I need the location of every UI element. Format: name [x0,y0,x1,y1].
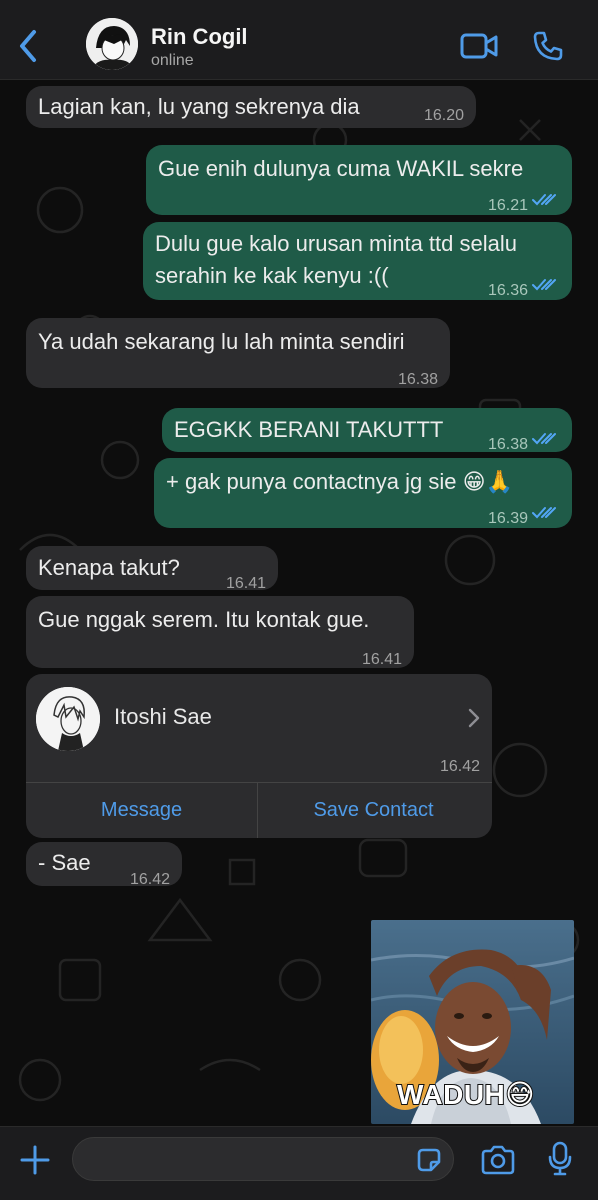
contact-status: online [151,52,194,69]
message-bubble-outgoing[interactable]: + gak punya contactnya jg sie 😁🙏 16.39 [154,458,572,528]
message-time: 16.21 [487,197,528,214]
message-text: Lagian kan, lu yang sekrenya dia [38,94,360,119]
message-input[interactable] [72,1137,454,1181]
chevron-right-icon[interactable] [468,708,480,728]
chevron-left-icon[interactable] [14,28,44,64]
video-camera-icon[interactable] [460,32,498,60]
message-text: Kenapa takut? [38,555,180,580]
contact-name[interactable]: Rin Cogil [151,24,248,50]
shared-contact-card[interactable]: Itoshi Sae 16.42 Message Save Contact [26,674,492,838]
chat-header: Rin Cogil online [0,0,598,80]
read-ticks-icon [532,279,556,291]
contact-card-name: Itoshi Sae [114,704,212,729]
read-ticks-icon [532,507,556,519]
message-time: 16.20 [423,107,464,124]
camera-icon[interactable] [480,1145,516,1175]
message-text: - Sae [38,850,91,875]
message-time: 16.41 [361,651,402,668]
message-bubble-incoming[interactable]: Ya udah sekarang lu lah minta sendiri 16… [26,318,450,388]
message-time: 16.42 [439,758,480,775]
message-bubble-incoming[interactable]: Lagian kan, lu yang sekrenya dia 16.20 [26,86,476,128]
read-ticks-icon [532,194,556,206]
read-ticks-icon [532,433,556,445]
message-bubble-outgoing[interactable]: Dulu gue kalo urusan minta ttd selalu se… [143,222,572,300]
message-time: 16.39 [487,510,528,527]
avatar[interactable] [86,18,138,70]
message-time: 16.36 [487,282,528,299]
message-time: 16.42 [129,871,170,888]
message-contact-button[interactable]: Message [26,782,257,838]
plus-icon[interactable] [20,1145,50,1175]
message-bubble-outgoing[interactable]: EGGKK BERANI TAKUTTT 16.38 [162,408,572,453]
microphone-icon[interactable] [548,1141,572,1177]
message-list[interactable]: Lagian kan, lu yang sekrenya dia 16.20 G… [0,80,598,1126]
message-time: 16.38 [487,436,528,453]
message-bubble-incoming[interactable]: Gue nggak serem. Itu kontak gue. 16.41 [26,596,414,668]
composer-bar [0,1126,598,1200]
sticker-image[interactable]: WADUH😅 [371,920,574,1124]
contact-avatar [36,687,100,751]
message-text: + gak punya contactnya jg sie 😁🙏 [166,469,513,494]
message-bubble-outgoing[interactable]: Gue enih dulunya cuma WAKIL sekre 16.21 [146,145,572,215]
phone-icon[interactable] [532,30,564,62]
message-text-line: Dulu gue kalo urusan minta ttd selalu [155,231,517,256]
sticker-caption: WADUH😅 [396,1078,535,1111]
message-text-line: serahin ke kak kenyu :(( [155,263,389,288]
sticker-icon[interactable] [416,1147,442,1173]
message-time: 16.38 [397,371,438,388]
save-contact-button[interactable]: Save Contact [258,782,489,838]
message-text: Gue nggak serem. Itu kontak gue. [38,607,370,632]
message-text: EGGKK BERANI TAKUTTT [174,417,444,442]
message-text: Ya udah sekarang lu lah minta sendiri [38,329,405,354]
message-bubble-incoming[interactable]: - Sae 16.42 [26,842,182,888]
message-bubble-incoming[interactable]: Kenapa takut? 16.41 [26,546,278,592]
message-text: Gue enih dulunya cuma WAKIL sekre [158,156,524,181]
